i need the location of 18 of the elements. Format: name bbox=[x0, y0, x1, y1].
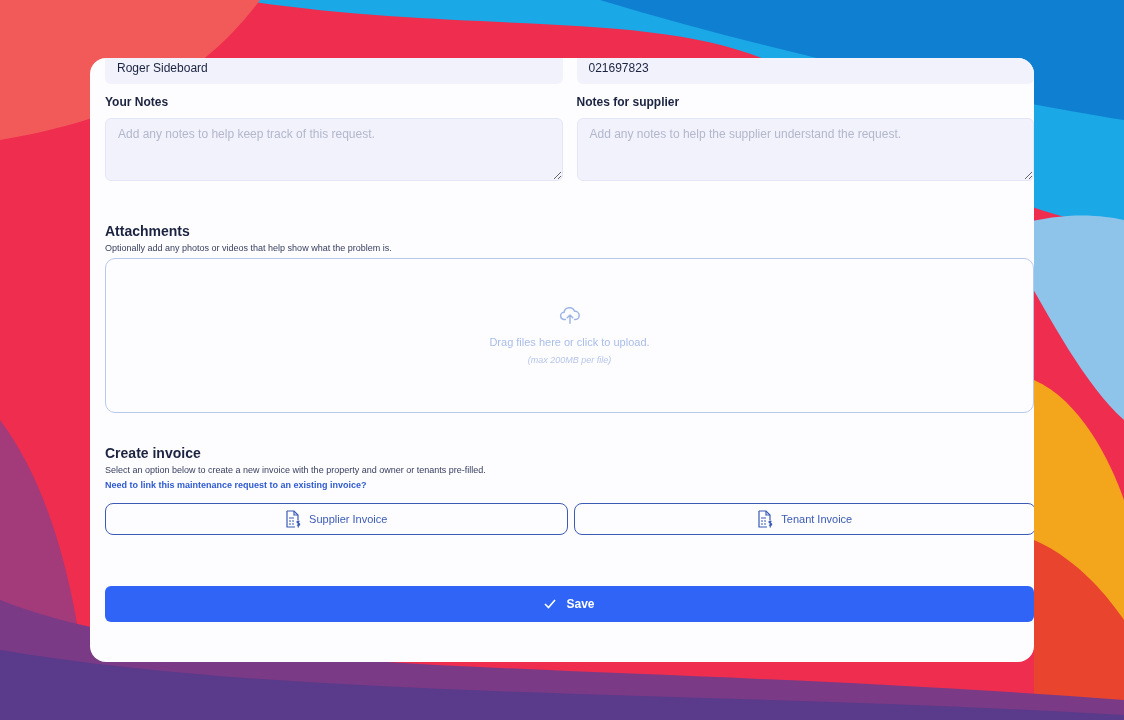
check-icon bbox=[544, 599, 557, 609]
invoice-button[interactable]: Supplier Invoice bbox=[105, 503, 568, 535]
section-description: Select an option below to create a new invoice with the property and owner or tenants pre-filled. bbox=[105, 464, 487, 476]
field-label: Your Notes bbox=[105, 94, 170, 110]
section-title: Attachments bbox=[105, 222, 191, 240]
notes-field[interactable]: Add any notes to help keep track of this request. bbox=[105, 118, 563, 181]
section-title: Create invoice bbox=[105, 444, 202, 462]
invoice-icon bbox=[285, 510, 302, 528]
existing-invoice-link[interactable]: Need to link this maintenance request to an existing invoice? bbox=[105, 479, 1034, 491]
invoice-icon bbox=[757, 510, 774, 528]
field-label: Notes for supplier bbox=[576, 94, 681, 110]
section-description: Optionally add any photos or videos that help show what the problem is. bbox=[105, 242, 393, 254]
save-button[interactable]: Save bbox=[105, 586, 1034, 622]
upload-limit-text: (max 200MB per file) bbox=[527, 354, 612, 367]
notes-field[interactable]: Add any notes to help the supplier understand the request. bbox=[576, 118, 1034, 181]
text-field[interactable]: Roger Sideboard bbox=[105, 58, 563, 84]
text-field[interactable]: 021697823 bbox=[576, 58, 1034, 84]
upload-text: Drag files here or click to upload. bbox=[489, 334, 650, 350]
